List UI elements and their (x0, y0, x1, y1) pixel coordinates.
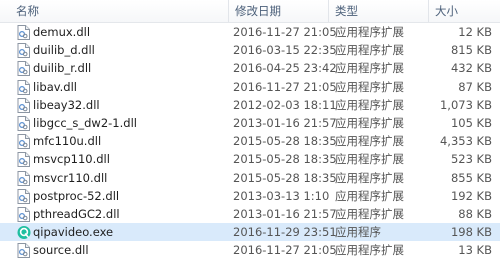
file-type: 应用程序扩展 (335, 61, 404, 75)
dll-file-icon (17, 25, 30, 40)
file-modified-date: 2013-03-13 1:10 (233, 189, 330, 203)
file-name: demux.dll (33, 25, 91, 39)
file-name: duilib_r.dll (33, 61, 92, 75)
file-type: 应用程序扩展 (335, 171, 404, 185)
file-modified-date: 2013-01-16 21:57 (233, 207, 337, 221)
file-size: 4,353 KB (439, 134, 492, 148)
file-name: pthreadGC2.dll (33, 207, 120, 221)
file-type: 应用程序扩展 (335, 98, 404, 112)
file-size: 13 KB (458, 243, 492, 257)
file-type: 应用程序扩展 (335, 152, 404, 166)
file-name: qipavideo.exe (33, 225, 114, 239)
file-row[interactable]: demux.dll 2016-11-27 21:05 应用程序扩展 12 KB (0, 23, 500, 41)
file-size: 815 KB (450, 43, 492, 57)
file-name: postproc-52.dll (33, 189, 120, 203)
file-type: 应用程序扩展 (335, 80, 404, 94)
column-date-label: 修改日期 (235, 4, 281, 18)
file-size: 12 KB (458, 25, 492, 39)
file-size: 192 KB (450, 189, 492, 203)
file-modified-date: 2015-05-28 18:35 (233, 171, 337, 185)
file-name: libgcc_s_dw2-1.dll (33, 116, 137, 130)
file-type: 应用程序扩展 (335, 134, 404, 148)
dll-file-icon (17, 243, 30, 258)
file-type: 应用程序扩展 (335, 116, 404, 130)
dll-file-icon (17, 134, 30, 149)
file-name: msvcp110.dll (33, 152, 110, 166)
file-row[interactable]: postproc-52.dll 2013-03-13 1:10 应用程序扩展 192 … (0, 187, 500, 205)
file-size: 105 KB (450, 116, 492, 130)
file-size: 198 KB (450, 225, 492, 239)
file-name: mfc110u.dll (33, 134, 102, 148)
file-name: duilib_d.dll (33, 43, 95, 57)
dll-file-icon (17, 152, 30, 167)
file-row[interactable]: msvcr110.dll 2015-05-28 18:35 应用程序扩展 855 KB (0, 169, 500, 187)
file-name: libav.dll (33, 80, 77, 94)
file-row[interactable]: libeay32.dll 2012-02-03 18:11 应用程序扩展 1,073 … (0, 96, 500, 114)
file-name: source.dll (33, 243, 89, 257)
dll-file-icon (17, 171, 30, 186)
file-modified-date: 2016-11-27 21:05 (233, 25, 337, 39)
dll-file-icon (17, 116, 30, 131)
file-modified-date: 2015-05-28 18:35 (233, 134, 337, 148)
file-size: 523 KB (450, 152, 492, 166)
file-row[interactable]: mfc110u.dll 2015-05-28 18:35 应用程序扩展 4,353 K… (0, 132, 500, 150)
file-row[interactable]: duilib_d.dll 2016-03-15 22:35 应用程序扩展 815 KB (0, 41, 500, 59)
dll-file-icon (17, 207, 30, 222)
file-modified-date: 2015-05-28 18:35 (233, 152, 337, 166)
file-modified-date: 2016-04-25 23:42 (233, 61, 337, 75)
file-type: 应用程序扩展 (335, 189, 404, 203)
file-modified-date: 2016-11-27 21:05 (233, 80, 337, 94)
file-size: 88 KB (458, 207, 492, 221)
file-size: 432 KB (450, 61, 492, 75)
dll-file-icon (17, 43, 30, 58)
file-modified-date: 2016-11-29 23:51 (233, 225, 337, 239)
file-row[interactable]: source.dll 2016-11-27 21:05 应用程序扩展 13 KB (0, 241, 500, 259)
file-modified-date: 2016-11-27 21:05 (233, 243, 337, 257)
file-type: 应用程序扩展 (335, 25, 404, 39)
column-type[interactable]: 类型 (328, 0, 428, 22)
file-size: 1,073 KB (439, 98, 492, 112)
file-modified-date: 2016-03-15 22:35 (233, 43, 337, 57)
column-date[interactable]: 修改日期 (228, 0, 328, 22)
file-modified-date: 2012-02-03 18:11 (233, 98, 337, 112)
file-row[interactable]: msvcp110.dll 2015-05-28 18:35 应用程序扩展 523 KB (0, 150, 500, 168)
file-row[interactable]: libgcc_s_dw2-1.dll 2013-01-16 21:57 应用程序扩展… (0, 114, 500, 132)
file-row[interactable]: pthreadGC2.dll 2013-01-16 21:57 应用程序扩展 88 K… (0, 205, 500, 223)
column-type-label: 类型 (335, 4, 358, 18)
qipa-app-icon (17, 225, 31, 240)
file-size: 855 KB (450, 171, 492, 185)
column-size[interactable]: 大小 (428, 0, 500, 22)
dll-file-icon (17, 80, 30, 95)
file-type: 应用程序 (335, 225, 381, 239)
file-name: libeay32.dll (33, 98, 100, 112)
file-type: 应用程序扩展 (335, 207, 404, 221)
file-row[interactable]: qipavideo.exe 2016-11-29 23:51 应用程序 198 KB (0, 223, 500, 241)
file-type: 应用程序扩展 (335, 43, 404, 57)
dll-file-icon (17, 189, 30, 204)
column-name[interactable]: 名称 (10, 0, 228, 22)
file-row[interactable]: duilib_r.dll 2016-04-25 23:42 应用程序扩展 432 KB (0, 59, 500, 77)
file-modified-date: 2013-01-16 21:57 (233, 116, 337, 130)
file-size: 87 KB (458, 80, 492, 94)
file-name: msvcr110.dll (33, 171, 108, 185)
column-name-label: 名称 (16, 4, 39, 18)
column-size-label: 大小 (435, 4, 458, 18)
dll-file-icon (17, 98, 30, 113)
column-header: ⌃ 名称 修改日期 类型 大小 (0, 0, 500, 23)
file-row[interactable]: libav.dll 2016-11-27 21:05 应用程序扩展 87 KB (0, 78, 500, 96)
dll-file-icon (17, 61, 30, 76)
file-type: 应用程序扩展 (335, 243, 404, 257)
